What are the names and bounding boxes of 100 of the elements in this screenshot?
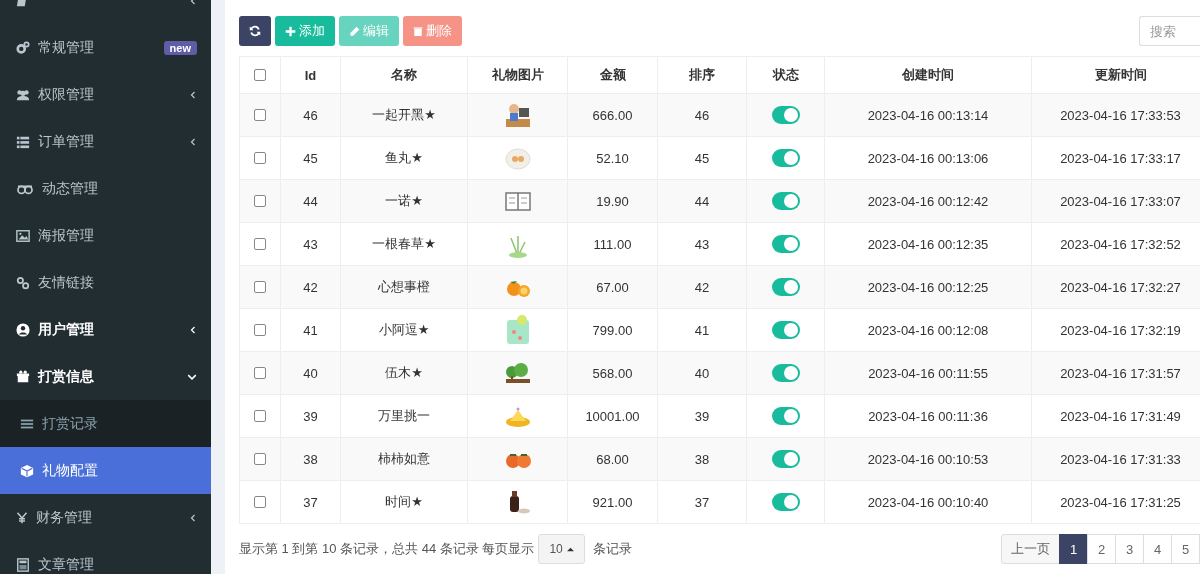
page-button[interactable]: 4 [1143,534,1172,564]
table-cell: 时间★ [340,480,468,524]
page-button[interactable]: 3 [1115,534,1144,564]
table-cell: 46 [657,93,747,137]
submenu-item[interactable]: 礼物配置 [0,447,211,494]
toggle-switch[interactable] [771,450,800,468]
checkbox[interactable] [254,367,266,379]
table-cell: 43 [657,222,747,266]
table-cell: 2023-04-16 00:12:25 [824,265,1032,309]
checkbox[interactable] [254,496,266,508]
checkbox[interactable] [254,69,266,81]
table-cell: 42 [280,265,341,309]
refresh-button[interactable] [239,16,271,46]
user-circle-icon [16,322,30,337]
table-cell: 42 [657,265,747,309]
sidebar-item[interactable]: 海报管理 [0,212,211,259]
sidebar-item[interactable]: 用户管理 [0,306,211,353]
toggle-switch[interactable] [771,364,800,382]
table-cell: 39 [280,394,341,438]
table-cell: 小阿逗★ [340,308,468,352]
toggle-switch[interactable] [771,235,800,253]
table-cell: 37 [280,480,341,524]
table-cell: 111.00 [567,222,658,266]
sidebar-item[interactable]: 权限管理 [0,71,211,118]
sidebar-item[interactable]: 友情链接 [0,259,211,306]
table-cell: 43 [280,222,341,266]
toggle-switch[interactable] [771,278,800,296]
checkbox[interactable] [254,410,266,422]
table-cell: 45 [280,136,341,180]
checkbox[interactable] [254,324,266,336]
sidebar-item[interactable]: 动态管理 [0,165,211,212]
table-cell: 鱼丸★ [340,136,468,180]
page-button[interactable]: 1 [1059,534,1088,564]
sidebar-item[interactable]: 文章管理 [0,541,211,574]
pencil-icon [349,25,360,37]
checkbox[interactable] [254,281,266,293]
users-icon [16,87,30,102]
table-cell: 38 [280,437,341,481]
checkbox[interactable] [254,238,266,250]
page-button[interactable]: 上一页 [1001,534,1060,564]
table-cell: 心想事橙 [340,265,468,309]
toggle-switch[interactable] [771,192,800,210]
trash-icon [413,25,423,37]
table-cell: 2023-04-16 00:12:42 [824,179,1032,223]
search-field[interactable]: 搜索 [1139,16,1200,46]
table-cell: 68.00 [567,437,658,481]
checkbox[interactable] [254,453,266,465]
plus-icon [285,25,296,37]
cube-icon [20,463,34,478]
column-header[interactable]: Id [280,56,341,94]
table-cell: 41 [280,308,341,352]
checkbox[interactable] [254,152,266,164]
table-cell: 2023-04-16 00:10:40 [824,480,1032,524]
sidebar-item[interactable]: 常规管理 new [0,24,211,71]
gift-icon [16,369,30,384]
records-summary: 显示第 1 到第 10 条记录，总共 44 条记录 每页显示 [239,540,535,558]
table-cell: 万里挑一 [340,394,468,438]
table-cell: 伍木★ [340,351,468,395]
link-icon [16,275,30,290]
list-icon [16,134,30,149]
table-cell: 44 [280,179,341,223]
column-header[interactable]: 排序 [657,56,747,94]
checkbox[interactable] [254,109,266,121]
table-cell: 一根春草★ [340,222,468,266]
sidebar-item[interactable]: 打赏信息 [0,353,211,400]
records-label: 条记录 [592,540,632,558]
table-cell: 2023-04-16 00:11:55 [824,351,1032,395]
column-header[interactable]: 金额 [567,56,658,94]
toggle-switch[interactable] [771,106,800,124]
checkbox[interactable] [254,195,266,207]
table-cell: 一诺★ [340,179,468,223]
new-badge: new [163,40,197,55]
page-size-dropdown[interactable]: 10 [538,534,585,564]
table-cell: 37 [657,480,747,524]
table-cell: 41 [657,308,747,352]
sidebar-item[interactable]: 订单管理 [0,118,211,165]
image-icon [16,228,30,243]
table-cell: 10001.00 [567,394,658,438]
toggle-switch[interactable] [771,493,800,511]
table-cell: 40 [657,351,747,395]
table-cell: 2023-04-16 00:11:36 [824,394,1032,438]
page-button[interactable]: 2 [1087,534,1116,564]
column-header[interactable]: 礼物图片 [467,56,568,94]
column-header[interactable]: 更新时间 [1031,56,1200,94]
page-button[interactable]: 5 [1171,534,1200,564]
column-header[interactable]: 创建时间 [824,56,1032,94]
toggle-switch[interactable] [771,149,800,167]
table-cell: 39 [657,394,747,438]
column-header[interactable]: 名称 [340,56,468,94]
toggle-switch[interactable] [771,321,800,339]
caret-up-icon [566,546,574,552]
sidebar-item[interactable]: 财务管理 [0,494,211,541]
toggle-switch[interactable] [771,407,800,425]
table-cell: 2023-04-16 00:13:06 [824,136,1032,180]
column-header[interactable]: 状态 [746,56,825,94]
submenu-item[interactable]: 打赏记录 [0,400,211,447]
table-cell: 2023-04-16 00:12:35 [824,222,1032,266]
table-cell: 2023-04-16 00:12:08 [824,308,1032,352]
table-cell: 46 [280,93,341,137]
table-cell: 52.10 [567,136,658,180]
